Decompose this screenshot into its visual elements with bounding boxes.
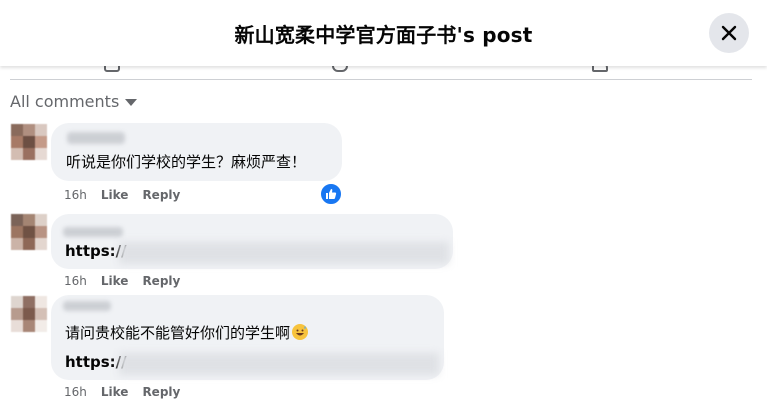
comment-text-body: 请问贵校能不能管好你们的学生啊 xyxy=(65,324,291,342)
like-reaction-icon[interactable] xyxy=(319,182,343,206)
dialog-header: 新山宽柔中学官方面子书's post xyxy=(0,0,767,66)
comment-meta: 16h Like Reply xyxy=(64,188,180,202)
comment-meta: 16h Like Reply xyxy=(64,385,180,399)
comment-text: 请问贵校能不能管好你们的学生啊 xyxy=(65,322,309,343)
caret-down-icon xyxy=(125,98,138,106)
commenter-name[interactable] xyxy=(63,301,111,311)
like-link[interactable]: Like xyxy=(101,188,129,202)
like-link[interactable]: Like xyxy=(101,274,129,288)
share-action-icon[interactable] xyxy=(592,66,608,72)
avatar[interactable] xyxy=(11,124,47,160)
reply-link[interactable]: Reply xyxy=(142,274,180,288)
comment-bubble: 请问贵校能不能管好你们的学生啊 https:// xyxy=(51,295,444,380)
grinning-sweat-emoji-icon xyxy=(292,324,309,340)
sort-label: All comments xyxy=(10,91,120,111)
comment-bubble: https:// xyxy=(51,214,453,269)
avatar[interactable] xyxy=(11,214,47,250)
comment-link[interactable]: https:// xyxy=(65,353,127,371)
thumbs-up-icon xyxy=(326,189,337,199)
comment-text: 听说是你们学校的学生？麻烦严查！ xyxy=(66,153,307,171)
commenter-name[interactable] xyxy=(67,132,125,144)
comment-timestamp[interactable]: 16h xyxy=(64,274,87,288)
comment-timestamp[interactable]: 16h xyxy=(64,188,87,202)
like-link[interactable]: Like xyxy=(101,385,129,399)
reply-link[interactable]: Reply xyxy=(142,385,180,399)
avatar[interactable] xyxy=(11,296,47,332)
comment-sort-dropdown[interactable]: All comments xyxy=(10,90,138,112)
comment-action-icon[interactable] xyxy=(332,66,348,72)
commenter-name[interactable] xyxy=(63,227,123,237)
comment-meta: 16h Like Reply xyxy=(64,274,180,288)
comment-link[interactable]: https:// xyxy=(65,242,127,260)
close-button[interactable] xyxy=(709,13,749,53)
link-url-blurred xyxy=(119,353,439,375)
like-action-icon[interactable] xyxy=(104,66,120,72)
close-icon xyxy=(721,25,737,41)
post-action-bar xyxy=(10,66,752,80)
comment-timestamp[interactable]: 16h xyxy=(64,385,87,399)
reply-link[interactable]: Reply xyxy=(142,188,180,202)
comment-bubble: 听说是你们学校的学生？麻烦严查！ xyxy=(51,123,342,181)
dialog-title: 新山宽柔中学官方面子书's post xyxy=(234,23,533,47)
link-url-blurred xyxy=(119,242,449,264)
